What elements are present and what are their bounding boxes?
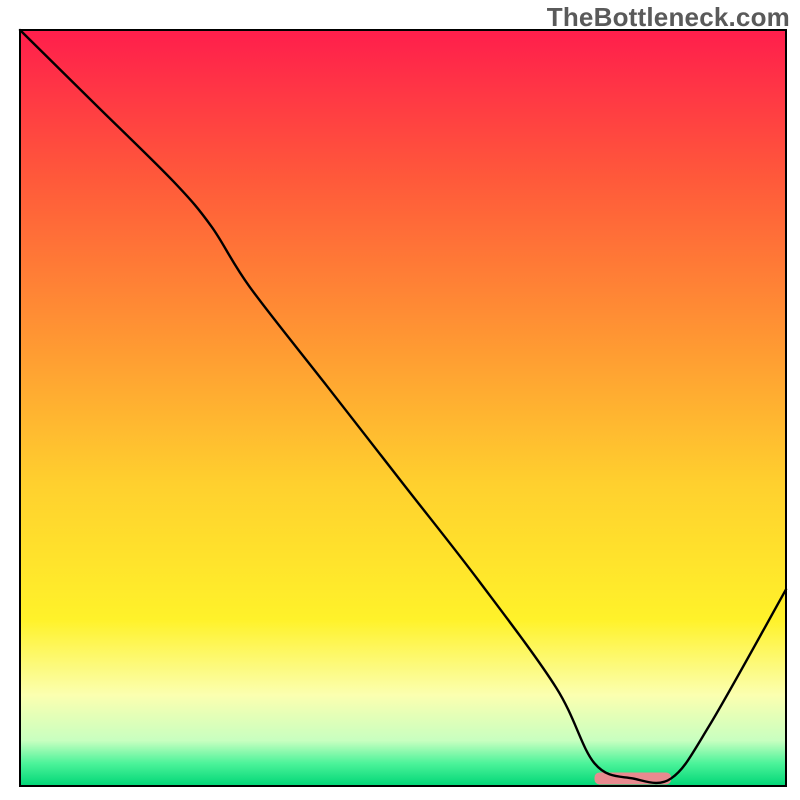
bottleneck-chart (0, 0, 800, 800)
watermark-label: TheBottleneck.com (547, 2, 790, 33)
chart-stage: TheBottleneck.com (0, 0, 800, 800)
